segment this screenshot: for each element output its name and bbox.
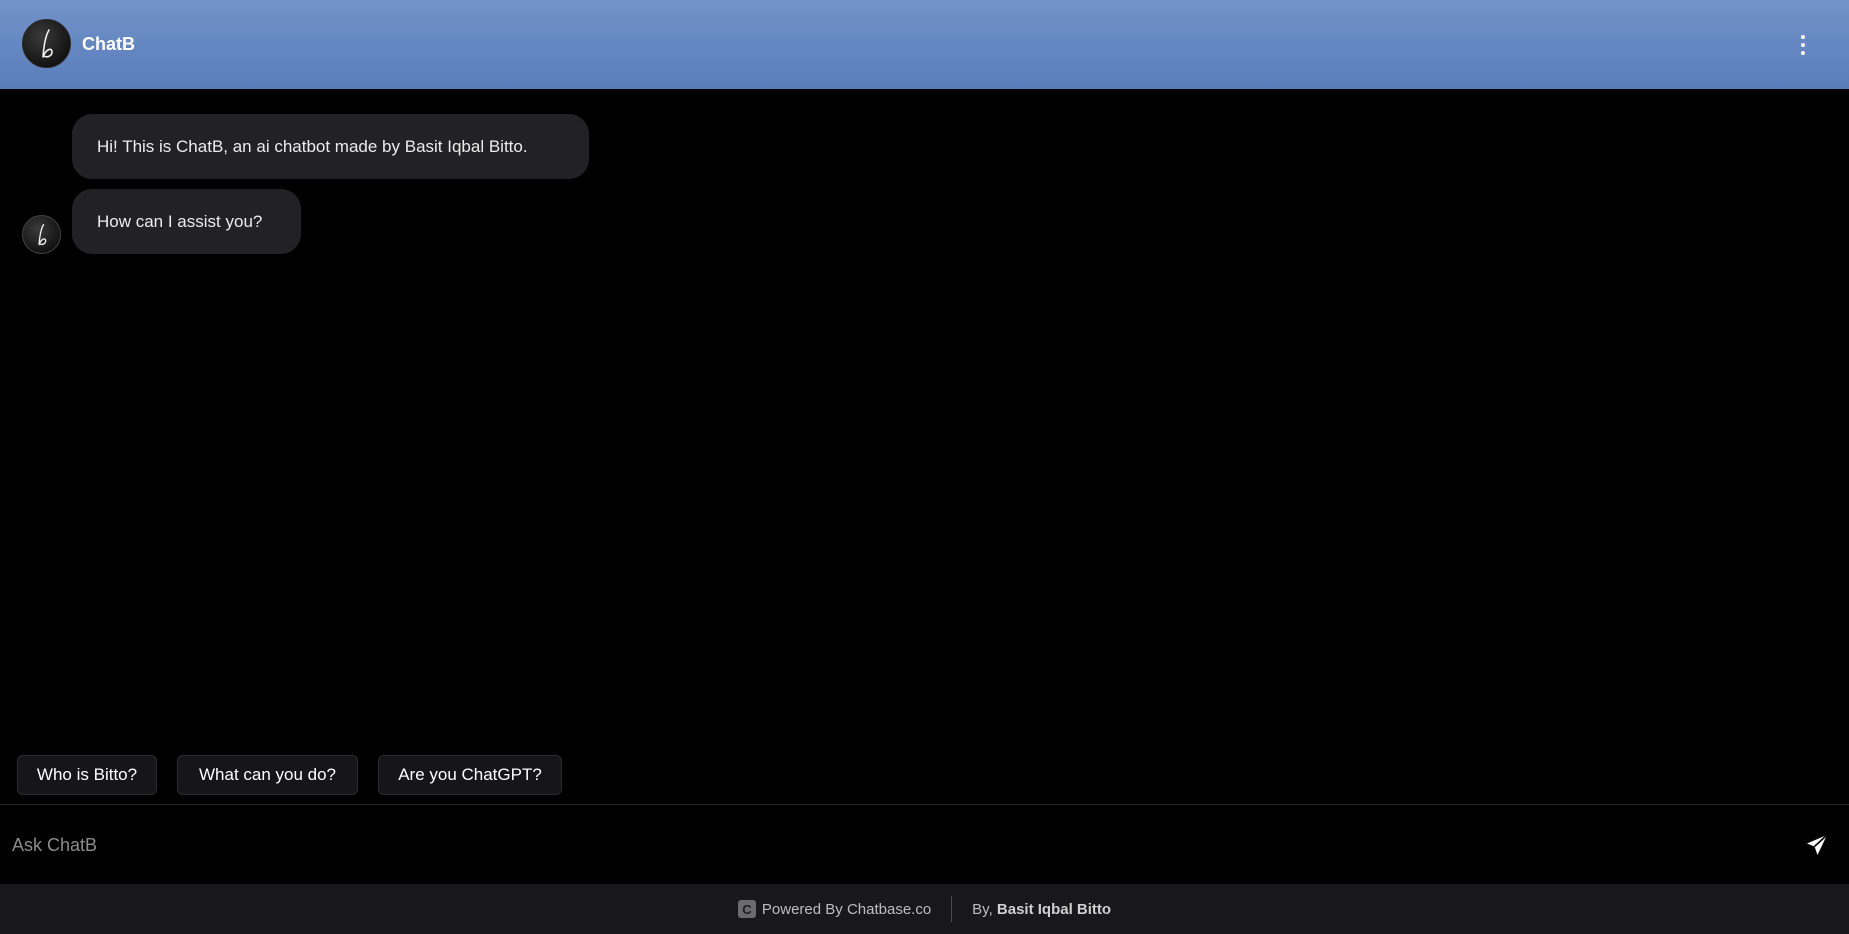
author-name: Basit Iqbal Bitto: [996, 900, 1112, 918]
chat-title: ChatB: [82, 34, 135, 54]
message-text: Hi! This is ChatB, an ai chatbot made by…: [97, 136, 528, 156]
suggestion-button[interactable]: Who is Bitto?: [17, 755, 157, 795]
message-input-bar: [0, 804, 1849, 884]
author-credit: By, Basit Iqbal Bitto: [972, 901, 1111, 918]
bot-message: Hi! This is ChatB, an ai chatbot made by…: [72, 114, 589, 179]
message-text: How can I assist you?: [97, 211, 263, 231]
suggestion-button[interactable]: What can you do?: [177, 755, 358, 795]
footer: C Powered By Chatbase.co By, Basit Iqbal…: [0, 884, 1849, 934]
send-icon[interactable]: [1803, 831, 1831, 859]
bot-message-avatar: [22, 215, 61, 254]
bot-message: How can I assist you?: [72, 189, 301, 254]
message-input[interactable]: [12, 825, 1772, 865]
powered-by-text: Powered By Chatbase.co: [761, 900, 932, 918]
chatbot-avatar: [22, 19, 71, 68]
signature-b-icon: [41, 28, 53, 58]
by-prefix: By,: [972, 900, 993, 918]
chat-header: ChatB: [0, 0, 1849, 89]
powered-by-link[interactable]: C Powered By Chatbase.co: [737, 900, 932, 918]
signature-b-icon: [37, 223, 46, 245]
chatbase-logo-icon: C: [737, 900, 756, 918]
footer-divider: [951, 896, 953, 922]
suggestion-button[interactable]: Are you ChatGPT?: [378, 755, 562, 795]
kebab-menu-icon[interactable]: [1790, 30, 1816, 60]
